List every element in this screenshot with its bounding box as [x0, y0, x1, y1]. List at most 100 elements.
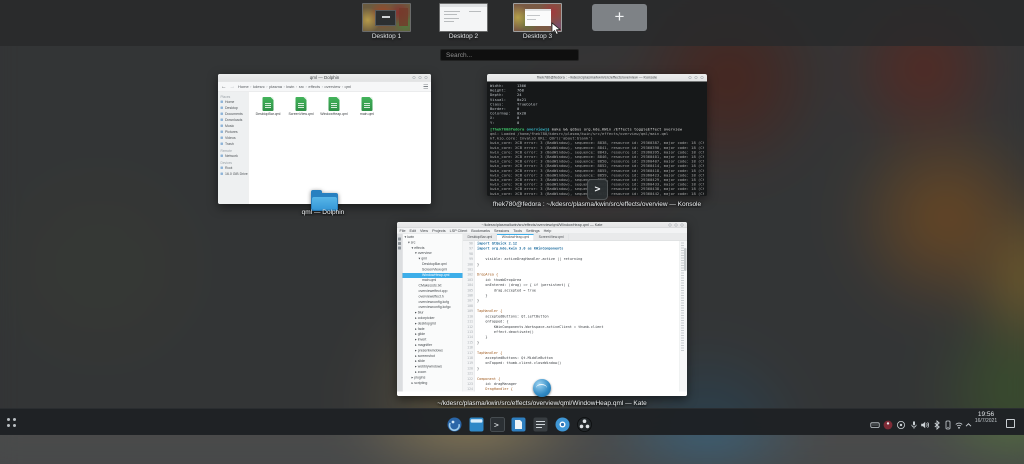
- mouse-cursor: [551, 22, 561, 41]
- minimap-thumb[interactable]: [684, 248, 687, 271]
- places-item[interactable]: 16.0 GiB Drive: [218, 172, 248, 178]
- minimize-icon[interactable]: [413, 76, 416, 79]
- maximize-icon[interactable]: [695, 76, 698, 79]
- file-item[interactable]: main.qml: [353, 97, 382, 116]
- tree-item[interactable]: ▸ scripting: [403, 381, 463, 386]
- tray-network-wireless-icon[interactable]: [954, 417, 964, 427]
- back-icon[interactable]: ←: [221, 82, 227, 92]
- breadcrumb-separator: ›: [342, 84, 343, 89]
- kate-window-caption[interactable]: ~/kdesrc/plasma/kwin/src/effects/overvie…: [382, 400, 702, 407]
- file-item[interactable]: DesktopBar.qml: [254, 97, 283, 116]
- taskbar-app-text-editor[interactable]: [533, 417, 548, 432]
- kate-editor: DesktopBar.qmlWindowHeap.qmlScreenView.q…: [463, 234, 687, 392]
- breadcrumb-segment[interactable]: src: [299, 84, 304, 89]
- document-tab[interactable]: DesktopBar.qml: [463, 234, 497, 241]
- file-item[interactable]: WindowHeap.qml: [320, 97, 349, 116]
- svg-text:>: >: [494, 421, 499, 430]
- minimap[interactable]: [680, 241, 688, 392]
- desktop-label-2[interactable]: Desktop 2: [439, 33, 488, 40]
- close-icon[interactable]: [701, 76, 704, 79]
- breadcrumb-segment[interactable]: qml: [345, 84, 351, 89]
- menu-settings[interactable]: Settings: [526, 228, 540, 234]
- window-controls[interactable]: [413, 76, 428, 79]
- mini-titlebar: [440, 4, 487, 7]
- breadcrumb-separator: ›: [284, 84, 285, 89]
- desktop-thumbnail-2[interactable]: [439, 3, 488, 32]
- breadcrumb-separator: ›: [306, 84, 307, 89]
- tray-bluetooth-icon[interactable]: [932, 417, 942, 427]
- search-input[interactable]: [440, 49, 579, 61]
- menu-bookmarks[interactable]: Bookmarks: [471, 228, 490, 234]
- code-view[interactable]: import QtQuick 2.12import org.kde.kwin 3…: [475, 241, 680, 392]
- tray-microphone-icon[interactable]: [909, 417, 919, 427]
- show-desktop-button[interactable]: [1006, 419, 1015, 428]
- window-thumbnail-kate[interactable]: ~/kdesrc/plasma/kwin/src/effects/overvie…: [397, 222, 687, 396]
- hamburger-menu-icon[interactable]: [424, 84, 429, 88]
- app-launcher-icon[interactable]: [5, 416, 18, 429]
- taskbar-app-dolphin[interactable]: [469, 417, 484, 432]
- tray-kdeconnect-icon[interactable]: [943, 417, 953, 427]
- tray-obs-icon[interactable]: [883, 417, 893, 427]
- breadcrumb-segment[interactable]: overview: [324, 84, 340, 89]
- menu-edit[interactable]: Edit: [410, 228, 416, 234]
- maximize-icon[interactable]: [419, 76, 422, 79]
- file-icon-line: [265, 107, 271, 108]
- stat-value: 0: [517, 120, 519, 125]
- menu-lsp-client[interactable]: LSP Client: [450, 228, 468, 234]
- konsole-window-caption[interactable]: fhek780@fedora : ~/kdesrc/plasma/kwin/sr…: [467, 201, 727, 208]
- places-panel: PlacesHomeDesktopDocumentsDownloadsMusic…: [218, 92, 249, 204]
- dolphin-titlebar: qml — Dolphin: [218, 74, 431, 82]
- breadcrumb-segment[interactable]: kdesrc: [253, 84, 265, 89]
- close-icon[interactable]: [425, 76, 428, 79]
- file-icon-line: [331, 103, 337, 104]
- desktop-bar: [0, 0, 1024, 46]
- window-thumbnail-dolphin[interactable]: qml — Dolphin ← → Home›kdesrc›plasma›kwi…: [218, 74, 431, 204]
- plasma-overview-screen: Desktop 1 Desktop 2 Desktop 3 + qml — Do…: [0, 0, 1024, 434]
- breadcrumb-segment[interactable]: plasma: [269, 84, 282, 89]
- forward-icon[interactable]: →: [230, 82, 236, 92]
- dolphin-window-caption[interactable]: qml — Dolphin: [193, 209, 453, 216]
- tray-keyboard-icon[interactable]: [870, 417, 880, 427]
- menu-file[interactable]: File: [400, 228, 406, 234]
- menu-projects[interactable]: Projects: [432, 228, 446, 234]
- desktop-label-1[interactable]: Desktop 1: [362, 33, 411, 40]
- mini-window: [399, 8, 408, 25]
- mini-window: [525, 9, 551, 26]
- breadcrumb-segment[interactable]: Home: [238, 84, 249, 89]
- taskbar-app-chromium[interactable]: [555, 417, 570, 432]
- taskbar-app-kate[interactable]: [511, 417, 526, 432]
- folder-view: DesktopBar.qmlScreenView.qmlWindowHeap.q…: [249, 92, 432, 204]
- tray-screen-record-icon[interactable]: [896, 417, 906, 427]
- maximize-icon[interactable]: [675, 223, 678, 226]
- menu-tools[interactable]: Tools: [513, 228, 522, 234]
- window-controls[interactable]: [669, 223, 684, 226]
- digital-clock[interactable]: 19:56 16/7/2021: [971, 411, 1001, 424]
- file-name: main.qml: [353, 113, 382, 117]
- minimize-icon[interactable]: [689, 76, 692, 79]
- document-tab[interactable]: WindowHeap.qml: [497, 234, 534, 241]
- taskbar-app-firefox[interactable]: [447, 417, 462, 432]
- menu-sessions[interactable]: Sessions: [494, 228, 509, 234]
- kate-title: ~/kdesrc/plasma/kwin/src/effects/overvie…: [397, 222, 687, 228]
- qml-file-icon: [296, 97, 307, 111]
- file-item[interactable]: ScreenView.qml: [287, 97, 316, 116]
- taskbar-app-konsole[interactable]: >: [490, 417, 505, 432]
- desktop-thumbnail-1[interactable]: [362, 3, 411, 32]
- document-tabs: DesktopBar.qmlWindowHeap.qmlScreenView.q…: [463, 234, 687, 241]
- document-tab[interactable]: ScreenView.qml: [534, 234, 569, 241]
- window-controls[interactable]: [689, 76, 704, 79]
- minimize-icon[interactable]: [669, 223, 672, 226]
- window-thumbnail-konsole[interactable]: fhek780@fedora : ~/kdesrc/plasma/kwin/sr…: [487, 74, 707, 196]
- menu-help[interactable]: Help: [544, 228, 552, 234]
- breadcrumb-segment[interactable]: effects: [308, 84, 320, 89]
- add-desktop-button[interactable]: +: [592, 4, 647, 31]
- file-icon-line: [265, 103, 271, 104]
- file-icon-line: [364, 107, 370, 108]
- close-icon[interactable]: [681, 223, 684, 226]
- file-icon-line: [298, 107, 304, 108]
- dolphin-title: qml — Dolphin: [218, 74, 431, 81]
- tray-volume-icon[interactable]: [920, 417, 930, 427]
- breadcrumb-segment[interactable]: kwin: [286, 84, 294, 89]
- menu-view[interactable]: View: [420, 228, 428, 234]
- taskbar-app-obs-studio[interactable]: [577, 417, 592, 432]
